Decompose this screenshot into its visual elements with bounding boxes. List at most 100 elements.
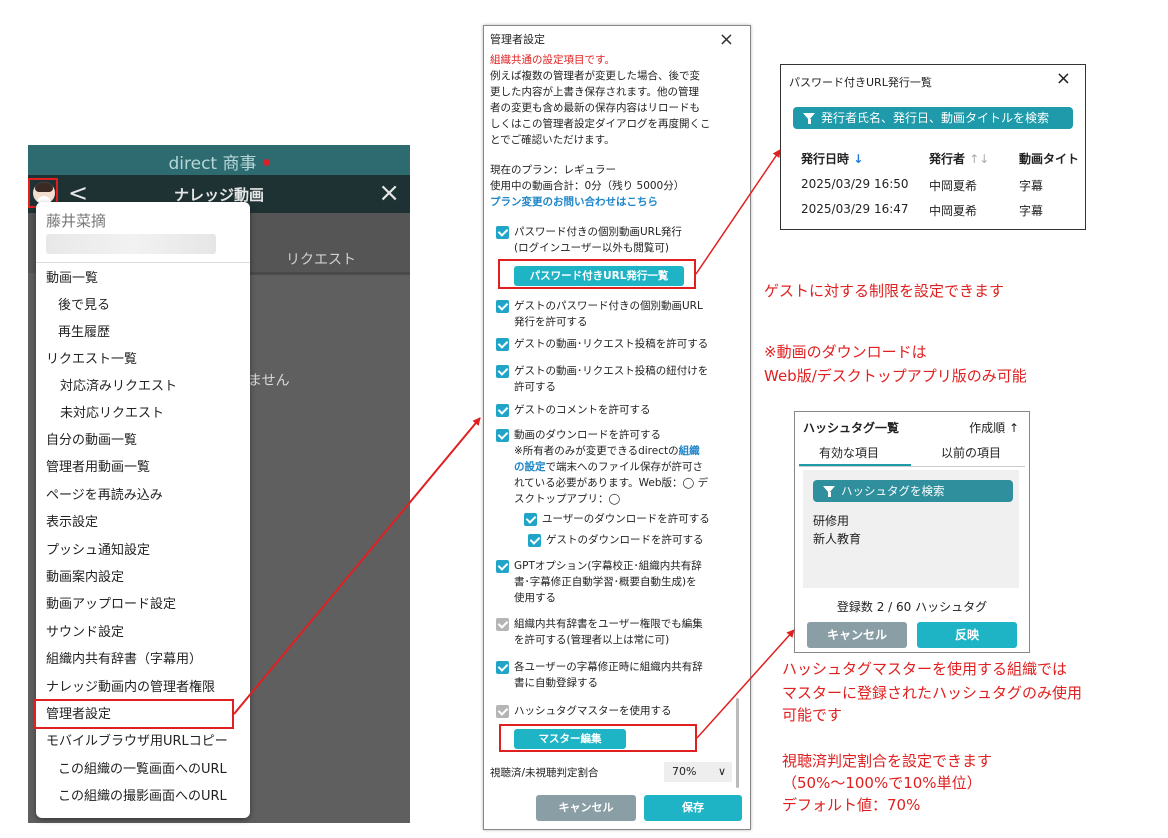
panel-title: ハッシュタグ一覧 xyxy=(803,421,900,435)
menu-item-capture-url[interactable]: この組織の撮影画面へのURL xyxy=(36,784,250,810)
tab-previous-items[interactable]: 以前の項目 xyxy=(941,444,1001,461)
table-cell: 字幕 xyxy=(1019,204,1044,218)
checkbox-user-download[interactable] xyxy=(524,513,537,526)
checkbox-guest-link[interactable] xyxy=(496,365,509,378)
menu-user-name: 藤井菜摘 xyxy=(46,212,107,230)
filter-icon xyxy=(803,113,815,124)
apply-button[interactable]: 反映 xyxy=(917,622,1017,648)
menu-item-mobile-url-copy[interactable]: モバイルブラウザ用URLコピー xyxy=(36,729,250,755)
video-usage: 使用中の動画合計：0分（残り 5000分） xyxy=(490,180,685,192)
tab-request[interactable]: リクエスト xyxy=(286,249,356,269)
column-header-title[interactable]: 動画タイト xyxy=(1019,150,1079,167)
hashtag-list-panel: ハッシュタグ一覧 作成順 ↑ 有効な項目 以前の項目 ハッシュタグを検索 研修用… xyxy=(794,411,1030,653)
checkbox-password-url[interactable] xyxy=(496,226,509,239)
divider xyxy=(36,262,250,263)
org-settings-link[interactable]: の設定 xyxy=(514,461,546,473)
note-ratio: 視聴済判定割合を設定できます xyxy=(782,752,993,770)
plan-change-link[interactable]: プラン変更のお問い合わせはこちら xyxy=(490,194,658,210)
checkbox-guest-password-url[interactable] xyxy=(496,300,509,313)
avatar[interactable] xyxy=(33,182,55,204)
table-cell: 2025/03/29 16:50 xyxy=(801,177,909,191)
menu-item-my-videos[interactable]: 自分の動画一覧 xyxy=(36,428,250,454)
option-label: ゲストのダウンロードを許可する xyxy=(546,534,704,546)
menu-item-admin-permissions[interactable]: ナレッジ動画内の管理者権限 xyxy=(36,675,250,701)
dialog-desc-line: 例えば複数の管理者が変更した場合、後で変 xyxy=(490,70,700,82)
list-item[interactable]: 新人教育 xyxy=(813,530,861,547)
option-label: 書･字幕修正自動学習･概要自動生成)を xyxy=(514,576,697,588)
menu-item-pending-requests[interactable]: 未対応リクエスト xyxy=(36,401,250,427)
option-label: ハッシュタグマスターを使用する xyxy=(514,705,672,717)
option-label: 発行を許可する xyxy=(514,316,588,328)
admin-settings-highlight xyxy=(34,699,234,729)
column-header-date[interactable]: 発行日時 ↓ xyxy=(801,150,863,167)
dialog-title: 管理者設定 xyxy=(490,33,545,46)
ratio-label: 視聴済/未視聴判定割合 xyxy=(490,767,599,779)
search-bar[interactable]: 発行者氏名、発行日、動画タイトルを検索 xyxy=(793,107,1073,129)
ratio-select[interactable]: 70% ∨ xyxy=(664,762,732,782)
note-ratio: デフォルト値：70% xyxy=(782,796,921,814)
hashtag-count: 登録数 2 / 60 ハッシュタグ xyxy=(836,600,988,614)
column-header-issuer[interactable]: 発行者 ↑↓ xyxy=(929,150,989,167)
menu-item-video-list[interactable]: 動画一覧 xyxy=(36,266,250,292)
table-cell: 中岡夏希 xyxy=(929,179,978,193)
divider xyxy=(799,466,1025,467)
current-plan: 現在のプラン：レギュラー xyxy=(490,164,616,176)
sort-toggle[interactable]: 作成順 ↑ xyxy=(969,419,1019,436)
panel-title: パスワード付きURL発行一覧 xyxy=(789,76,932,89)
hashtag-list: ハッシュタグを検索 研修用 新人教育 xyxy=(803,470,1019,588)
checkbox-dict-edit-disabled[interactable] xyxy=(496,618,509,631)
menu-item-sound-settings[interactable]: サウンド設定 xyxy=(36,620,250,646)
checkbox-hashtag-master-disabled[interactable] xyxy=(496,705,509,718)
menu-item-guide-settings[interactable]: 動画案内設定 xyxy=(36,565,250,591)
option-label: 動画のダウンロードを許可する xyxy=(514,429,661,441)
brand-title: direct 商事 xyxy=(28,149,410,174)
hashtag-search-bar[interactable]: ハッシュタグを検索 xyxy=(813,480,1013,502)
checkbox-auto-register[interactable] xyxy=(496,661,509,674)
menu-item-admin-videos[interactable]: 管理者用動画一覧 xyxy=(36,455,250,481)
note-hashtag: 可能です xyxy=(782,706,843,724)
dialog-notice: 組織共通の設定項目です。 xyxy=(490,54,615,66)
tab-underline xyxy=(243,272,410,275)
option-label: 組織内共有辞書をユーザー権限でも編集 xyxy=(514,618,703,630)
menu-item-history[interactable]: 再生履歴 xyxy=(36,320,250,346)
cancel-button[interactable]: キャンセル xyxy=(807,622,907,648)
password-url-button-highlight xyxy=(498,259,696,289)
dialog-desc-line: 更した内容が上書き保存されます。他の管理 xyxy=(490,86,699,98)
menu-item-push-settings[interactable]: プッシュ通知設定 xyxy=(36,538,250,564)
list-item[interactable]: 研修用 xyxy=(813,512,849,529)
tab-active-items[interactable]: 有効な項目 xyxy=(819,444,879,461)
filter-icon xyxy=(823,486,835,497)
menu-item-reload[interactable]: ページを再読み込み xyxy=(36,483,250,509)
menu-item-handled-requests[interactable]: 対応済みリクエスト xyxy=(36,374,250,400)
checkbox-gpt-option[interactable] xyxy=(496,560,509,573)
close-icon[interactable]: × xyxy=(378,178,400,208)
download-note: スクトップアプリ：◯ xyxy=(514,493,621,505)
scrollbar[interactable] xyxy=(736,698,739,788)
menu-item-upload-settings[interactable]: 動画アップロード設定 xyxy=(36,592,250,618)
option-label: ゲストの動画･リクエスト投稿を許可する xyxy=(514,338,709,350)
option-label: ゲストのコメントを許可する xyxy=(514,404,651,416)
menu-user-email-blurred xyxy=(46,234,216,254)
status-dot xyxy=(262,159,270,166)
option-label: GPTオプション(字幕校正･組織内共有辞 xyxy=(514,560,702,572)
close-icon[interactable]: × xyxy=(1056,68,1071,89)
checkbox-guest-post[interactable] xyxy=(496,338,509,351)
checkbox-download[interactable] xyxy=(496,429,509,442)
save-button[interactable]: 保存 xyxy=(644,795,742,821)
cancel-button[interactable]: キャンセル xyxy=(536,795,636,821)
menu-item-display-settings[interactable]: 表示設定 xyxy=(36,510,250,536)
org-settings-link[interactable]: 組織 xyxy=(679,445,700,457)
menu-item-watch-later[interactable]: 後で見る xyxy=(36,293,250,319)
checkbox-guest-comment[interactable] xyxy=(496,404,509,417)
menu-item-list-url[interactable]: この組織の一覧画面へのURL xyxy=(36,757,250,783)
checkbox-guest-download[interactable] xyxy=(528,534,541,547)
menu-item-request-list[interactable]: リクエスト一覧 xyxy=(36,347,250,373)
option-label: 書に自動登録する xyxy=(514,677,598,689)
menu-item-shared-dictionary[interactable]: 組織内共有辞書（字幕用） xyxy=(36,647,250,673)
note-hashtag: ハッシュタグマスターを使用する組織では xyxy=(782,660,1068,678)
note-guest: ゲストに対する制限を設定できます xyxy=(764,282,1005,300)
close-icon[interactable]: × xyxy=(719,29,734,50)
option-label: を許可する(管理者以上は常に可) xyxy=(514,634,670,646)
option-label: 各ユーザーの字幕修正時に組織内共有辞 xyxy=(514,661,703,673)
note-download: Web版/デスクトップアプリ版のみ可能 xyxy=(764,367,1027,385)
